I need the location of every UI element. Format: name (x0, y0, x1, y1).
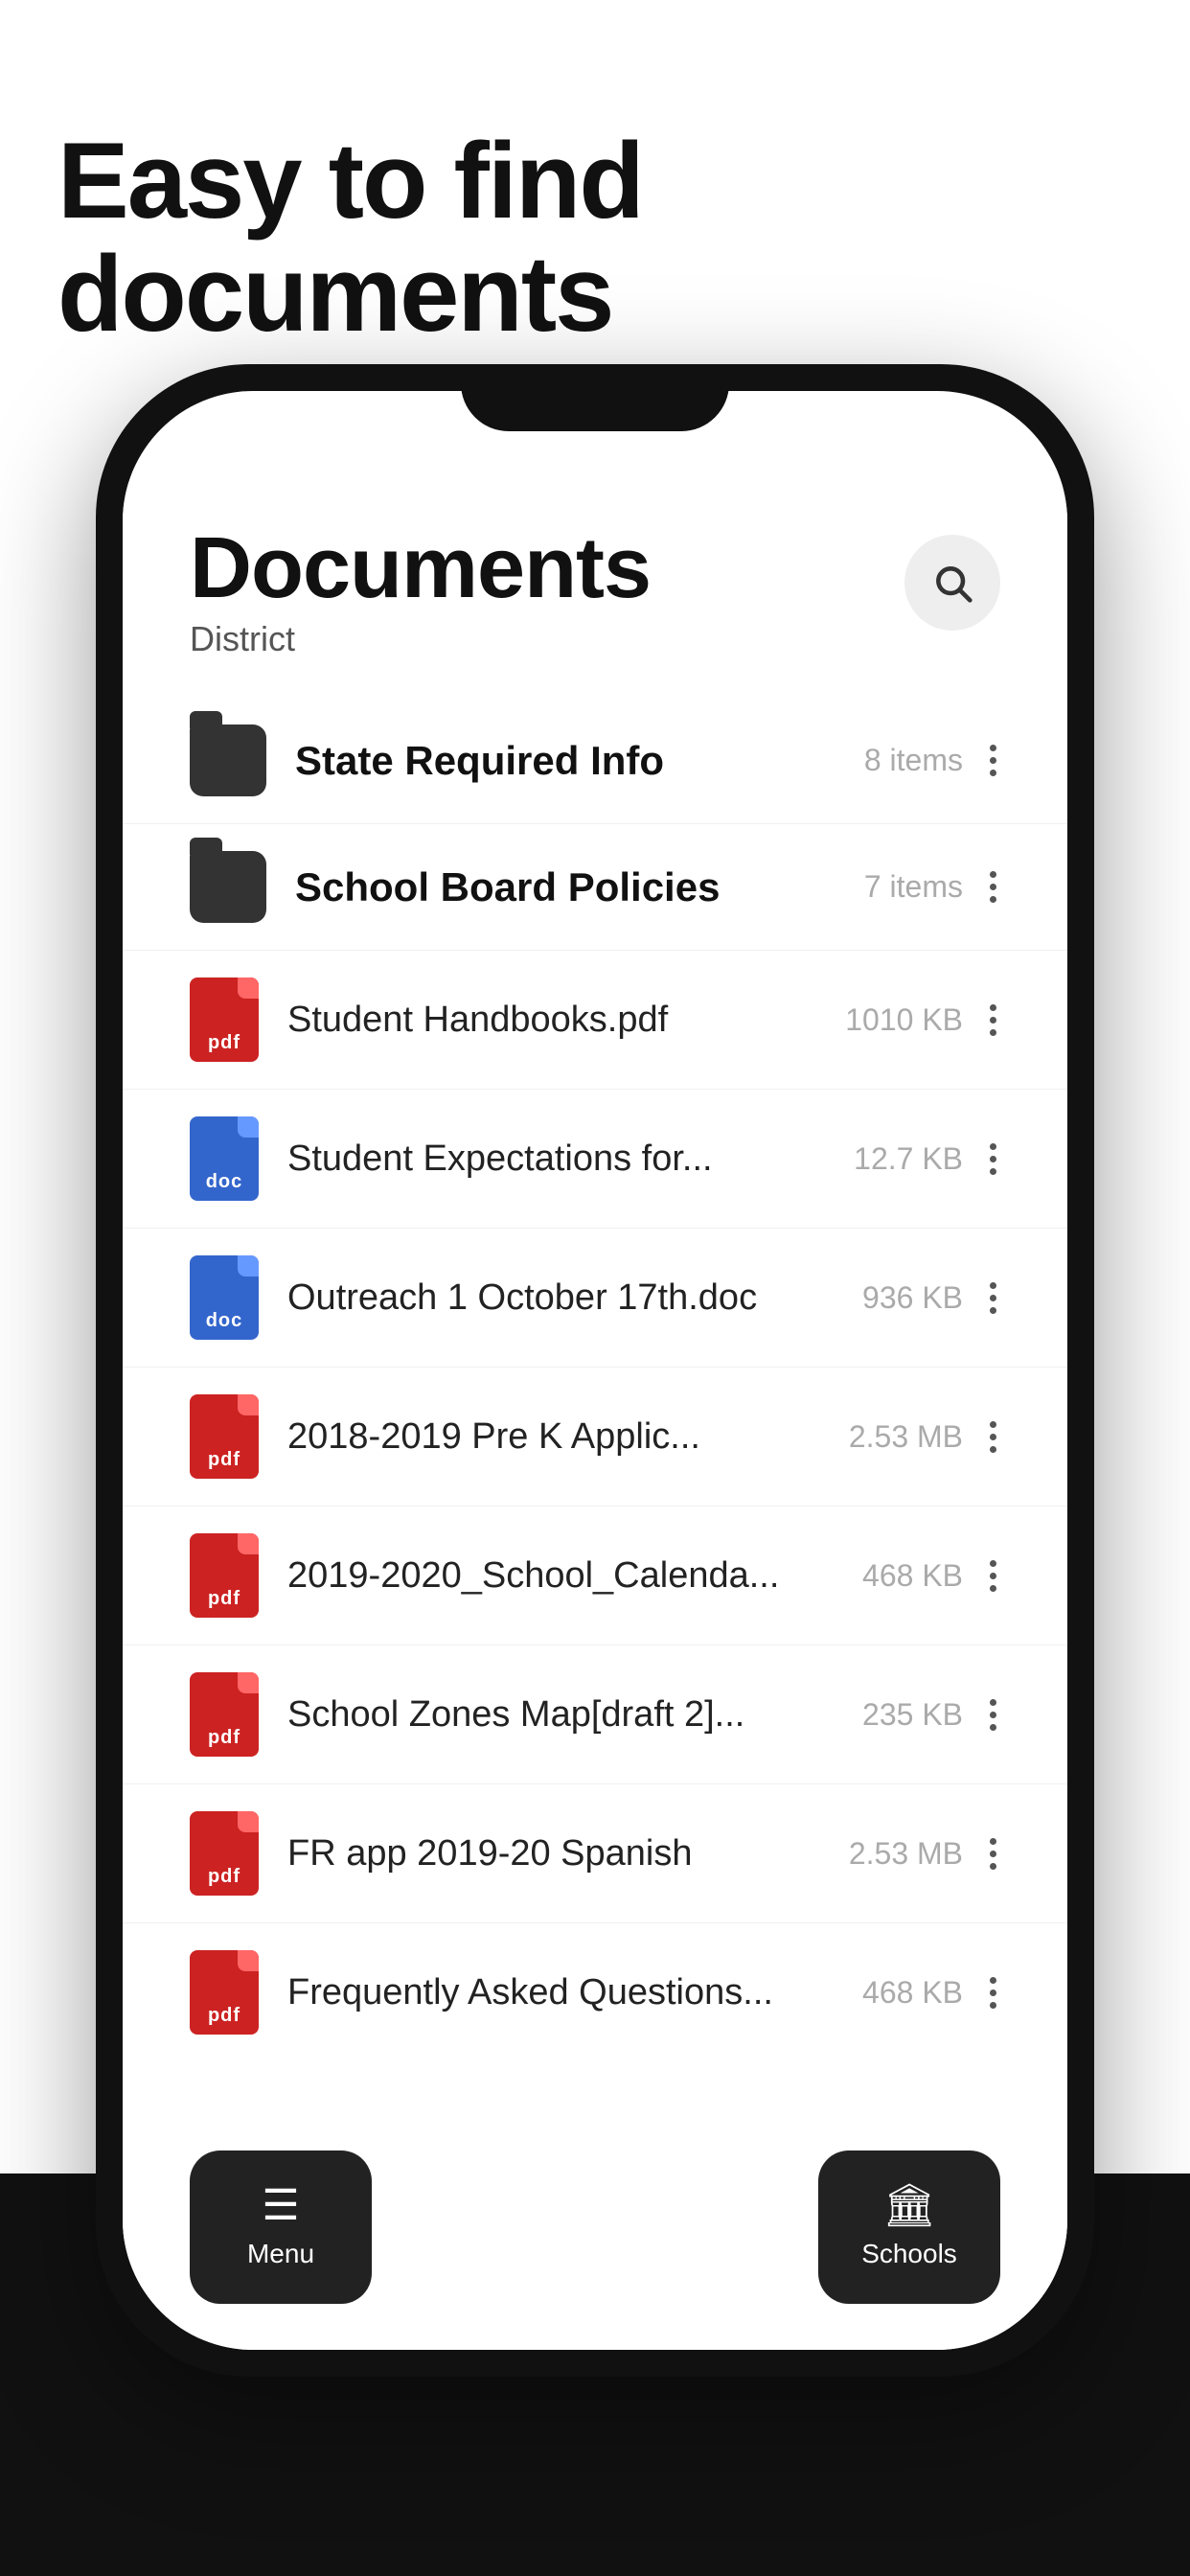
list-item[interactable]: State Required Info 8 items (123, 698, 1067, 824)
file-meta: 936 KB (862, 1278, 1000, 1318)
file-size: 468 KB (862, 1558, 963, 1594)
file-name: 2018-2019 Pre K Applic... (287, 1416, 834, 1458)
schools-icon: 🏛 (882, 2185, 936, 2227)
folder-name: State Required Info (295, 738, 849, 784)
file-meta: 1010 KB (845, 1000, 1000, 1040)
search-button[interactable] (904, 535, 1000, 631)
list-item[interactable]: doc Student Expectations for... 12.7 KB (123, 1090, 1067, 1229)
list-item[interactable]: pdf FR app 2019-20 Spanish 2.53 MB (123, 1784, 1067, 1923)
file-meta: 12.7 KB (854, 1139, 1000, 1179)
document-list: State Required Info 8 items (123, 678, 1067, 2081)
three-dots-icon (990, 1977, 996, 2009)
menu-button[interactable]: ☰ Menu (190, 2150, 372, 2304)
more-button[interactable] (986, 1139, 1000, 1179)
phone-notch (461, 364, 729, 431)
document-list-area: State Required Info 8 items (123, 678, 1067, 2292)
phone-frame: Documents District (96, 364, 1094, 2377)
headline: Easy to find documents (57, 125, 1190, 350)
file-size: 468 KB (862, 1975, 963, 2011)
pdf-file-icon: pdf (190, 1950, 259, 2035)
more-button[interactable] (986, 1695, 1000, 1735)
list-item[interactable]: School Board Policies 7 items (123, 824, 1067, 951)
folder-name: School Board Policies (295, 864, 849, 910)
more-button[interactable] (986, 1278, 1000, 1318)
pdf-file-icon: pdf (190, 1672, 259, 1757)
file-name: Outreach 1 October 17th.doc (287, 1277, 847, 1319)
page-background: Easy to find documents Documents Distric… (0, 0, 1190, 2576)
file-name: 2019-2020_School_Calenda... (287, 1555, 847, 1597)
list-item[interactable]: pdf School Zones Map[draft 2]... 235 KB (123, 1645, 1067, 1784)
documents-title: Documents (190, 525, 904, 611)
more-button[interactable] (986, 1417, 1000, 1457)
folder-meta: 8 items (864, 741, 1000, 780)
file-meta: 2.53 MB (849, 1834, 1000, 1874)
three-dots-icon (990, 871, 996, 903)
file-name: Student Expectations for... (287, 1138, 838, 1180)
phone-screen: Documents District (123, 391, 1067, 2350)
file-meta: 468 KB (862, 1556, 1000, 1596)
more-button[interactable] (986, 1973, 1000, 2012)
folder-icon (190, 851, 266, 923)
file-meta: 235 KB (862, 1695, 1000, 1735)
screen-content: Documents District (123, 468, 1067, 2350)
more-button[interactable] (986, 867, 1000, 907)
file-size: 12.7 KB (854, 1141, 963, 1177)
list-item[interactable]: pdf 2018-2019 Pre K Applic... 2.53 MB (123, 1368, 1067, 1506)
folder-item-count: 7 items (864, 869, 963, 905)
file-size: 235 KB (862, 1697, 963, 1733)
district-subtitle: District (190, 619, 904, 659)
bottom-navigation: ☰ Menu 🏛 Schools (123, 2131, 1067, 2323)
more-button[interactable] (986, 1556, 1000, 1596)
three-dots-icon (990, 1838, 996, 1870)
schools-label: Schools (861, 2239, 957, 2269)
menu-label: Menu (247, 2239, 314, 2269)
list-item[interactable]: doc Outreach 1 October 17th.doc 936 KB (123, 1229, 1067, 1368)
pdf-file-icon: pdf (190, 1811, 259, 1896)
schools-button[interactable]: 🏛 Schools (818, 2150, 1000, 2304)
pdf-file-icon: pdf (190, 1394, 259, 1479)
more-button[interactable] (986, 741, 1000, 780)
pdf-file-icon: pdf (190, 978, 259, 1062)
pdf-file-icon: pdf (190, 1533, 259, 1618)
three-dots-icon (990, 1421, 996, 1453)
more-button[interactable] (986, 1834, 1000, 1874)
more-button[interactable] (986, 1000, 1000, 1040)
file-name: Frequently Asked Questions... (287, 1972, 847, 2013)
three-dots-icon (990, 1560, 996, 1592)
list-item[interactable]: pdf Frequently Asked Questions... 468 KB (123, 1923, 1067, 2061)
three-dots-icon (990, 1004, 996, 1036)
screen-header: Documents District (123, 468, 1067, 678)
file-size: 1010 KB (845, 1002, 963, 1038)
three-dots-icon (990, 1143, 996, 1175)
file-name: Student Handbooks.pdf (287, 1000, 830, 1041)
file-name: FR app 2019-20 Spanish (287, 1833, 834, 1874)
three-dots-icon (990, 1282, 996, 1314)
folder-item-count: 8 items (864, 743, 963, 778)
three-dots-icon (990, 745, 996, 776)
doc-file-icon: doc (190, 1255, 259, 1340)
folder-meta: 7 items (864, 867, 1000, 907)
file-meta: 2.53 MB (849, 1417, 1000, 1457)
doc-file-icon: doc (190, 1116, 259, 1201)
file-size: 2.53 MB (849, 1836, 963, 1872)
file-meta: 468 KB (862, 1973, 1000, 2012)
file-size: 936 KB (862, 1280, 963, 1316)
search-icon (931, 562, 973, 604)
file-name: School Zones Map[draft 2]... (287, 1694, 847, 1736)
list-item[interactable]: pdf Student Handbooks.pdf 1010 KB (123, 951, 1067, 1090)
header-text-block: Documents District (190, 525, 904, 659)
folder-icon (190, 724, 266, 796)
menu-icon: ☰ (262, 2185, 299, 2227)
file-size: 2.53 MB (849, 1419, 963, 1455)
list-item[interactable]: pdf 2019-2020_School_Calenda... 468 KB (123, 1506, 1067, 1645)
three-dots-icon (990, 1699, 996, 1731)
